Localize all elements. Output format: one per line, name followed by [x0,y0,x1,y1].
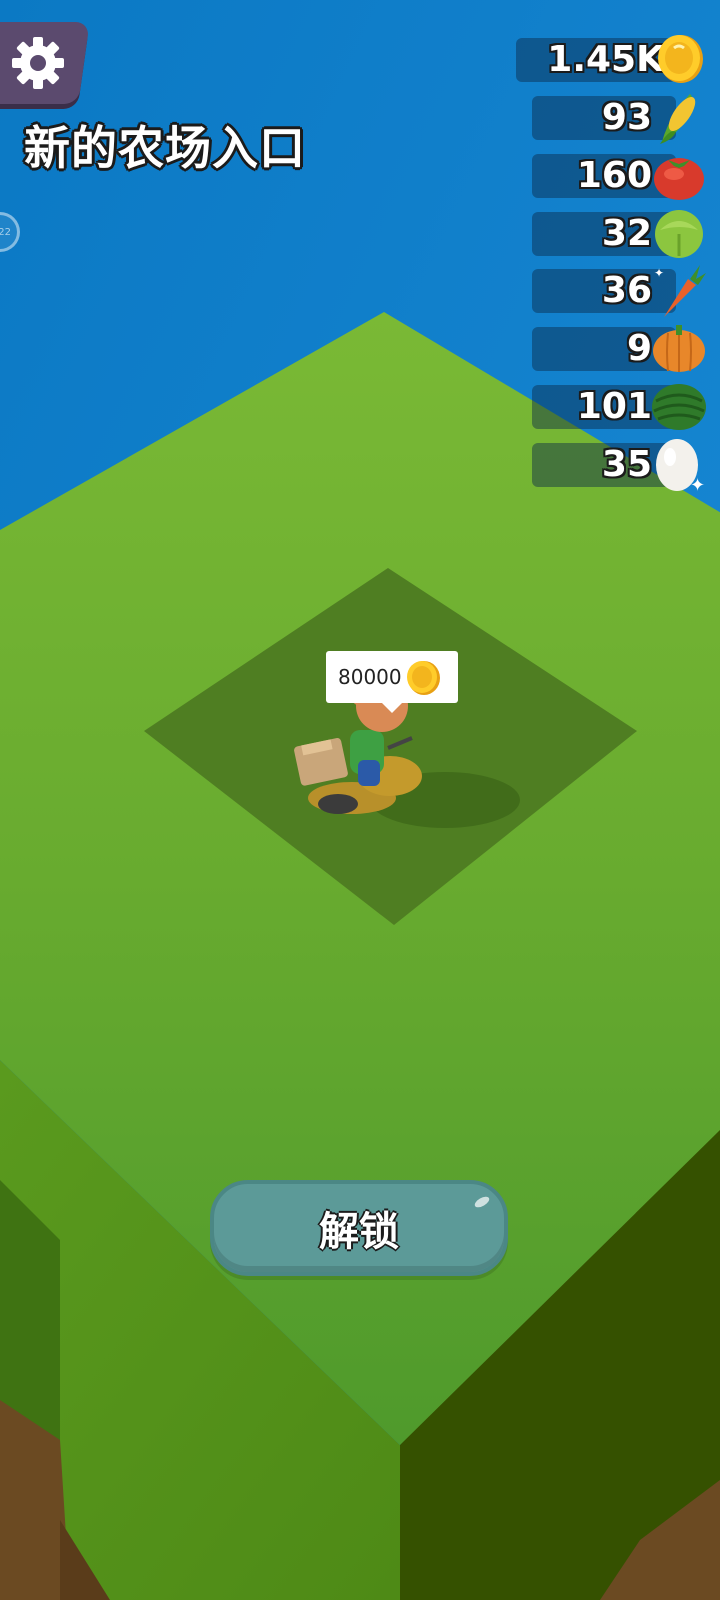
coin-count: 1.45K [547,39,664,80]
tomato-count: 160 [576,155,652,196]
gear-icon [11,37,64,89]
unlock-button[interactable]: 解锁 [210,1180,508,1276]
resource-cabbage: 32 [532,210,708,258]
side-indicator-label: 22 [0,226,11,238]
carrot-count: 36 [601,270,652,311]
svg-text:✦: ✦ [690,475,705,493]
resource-pumpkin: 9 [532,325,708,373]
resource-tomato: 160 [532,152,708,200]
svg-text:✦: ✦ [654,266,664,280]
watermelon-count: 101 [576,386,652,427]
resource-corn: 93 [532,94,708,144]
carrot-icon: ✦ [654,265,706,317]
coin-icon [658,35,703,83]
resource-watermelon: 101 [532,383,708,431]
cabbage-count: 32 [601,213,652,254]
watermelon-icon [652,384,706,430]
tomato-icon [654,158,704,200]
pumpkin-icon [653,325,705,372]
unlock-button-label: 解锁 [319,1209,399,1255]
corn-icon [660,94,696,144]
settings-button[interactable] [0,22,90,104]
resource-coin: 1.45K [516,35,708,84]
cabbage-icon [655,210,703,258]
page-title: 新的农场入口 [24,121,306,175]
resource-carrot: 36 ✦ [532,265,708,317]
egg-icon: ✦ [656,439,705,493]
plot-price-tag: 80000 [326,651,458,713]
coin-icon [407,661,440,695]
corn-count: 93 [601,97,652,138]
plot-price: 80000 [338,665,402,689]
resource-egg: 35 ✦ [532,439,708,493]
button-shine [473,1194,491,1210]
pumpkin-count: 9 [626,328,652,369]
egg-count: 35 [601,444,652,485]
